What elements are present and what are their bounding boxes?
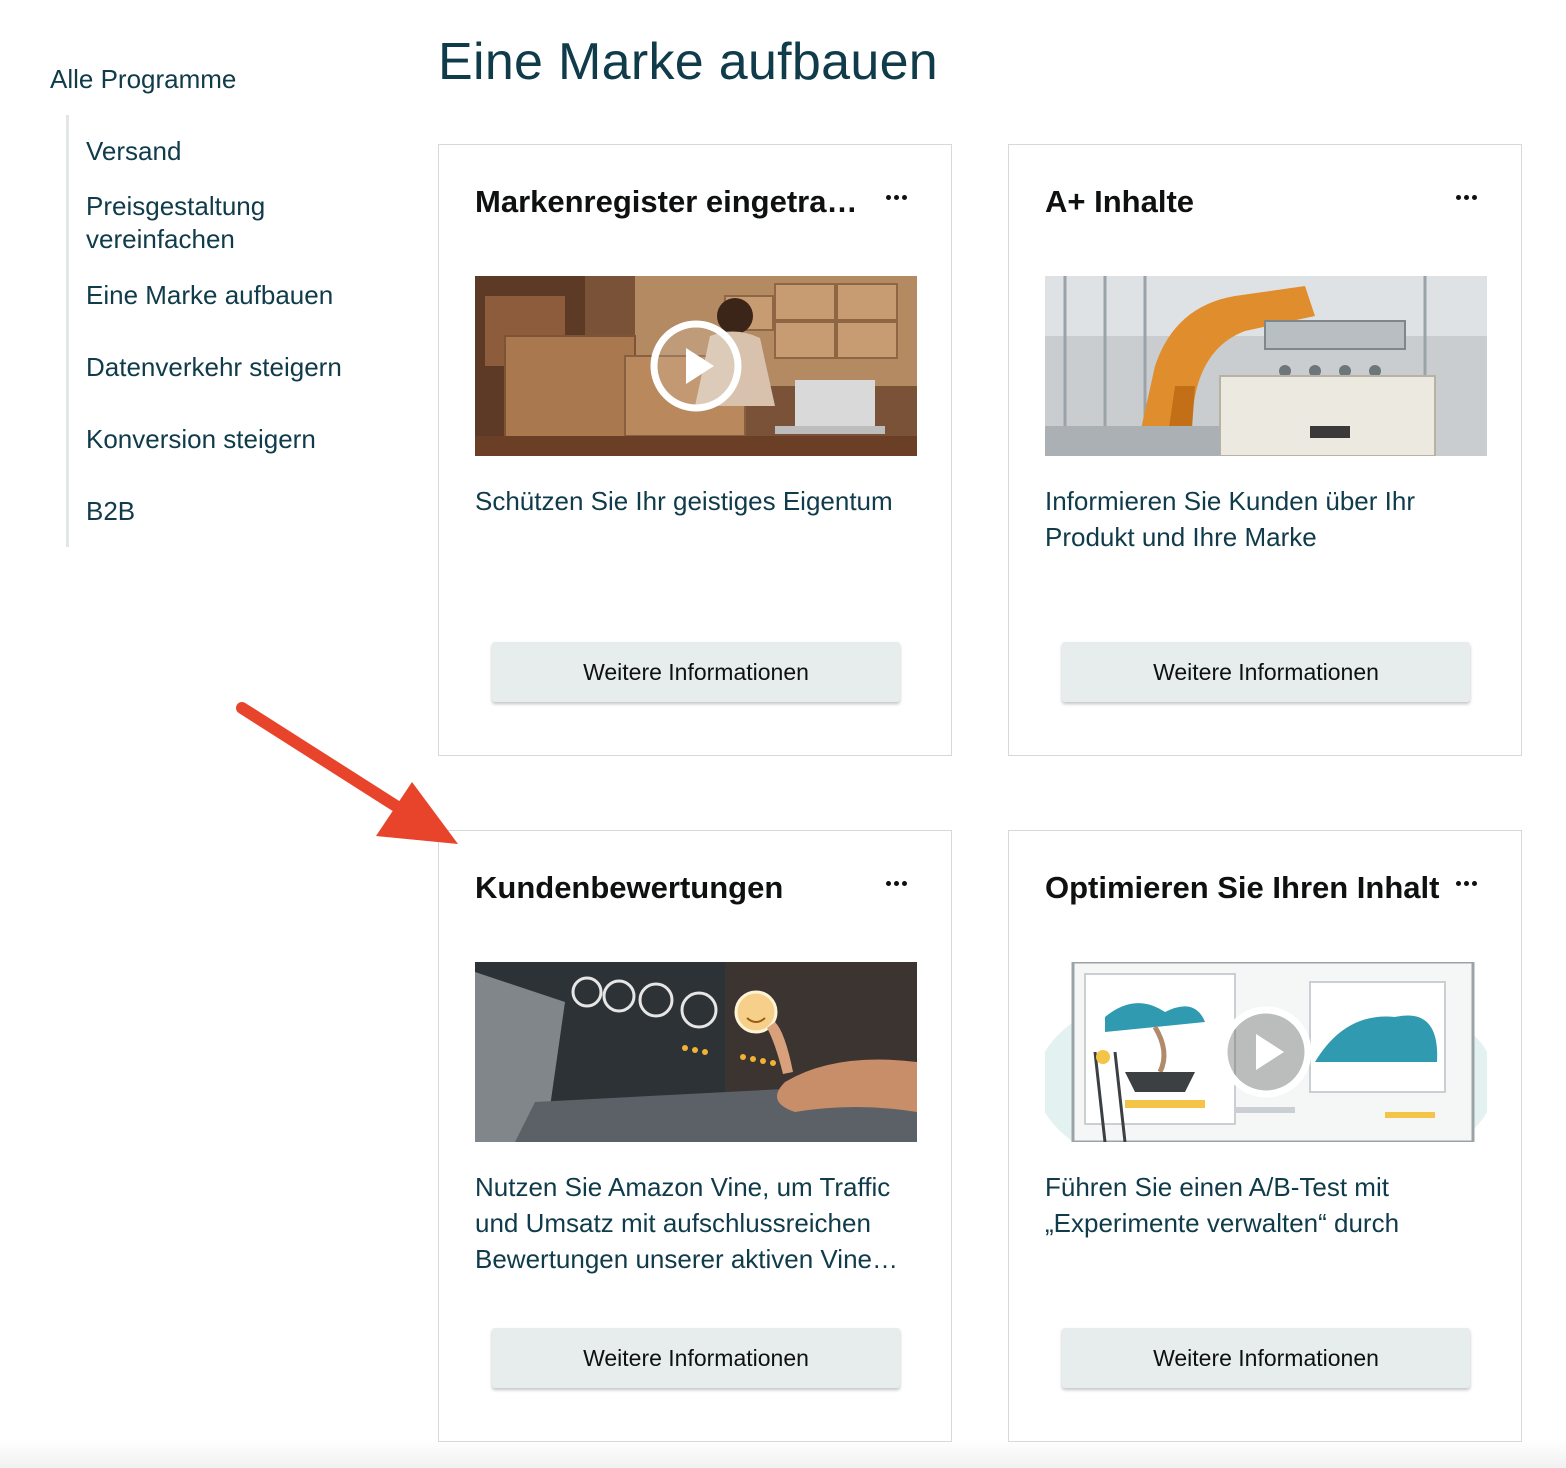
page-title: Eine Marke aufbauen [438, 33, 939, 91]
sidebar-item-preisgestaltung[interactable]: Preisgestaltung vereinfachen [86, 190, 386, 256]
annotation-arrow-icon [236, 702, 458, 844]
program-card-a-plus-inhalte: A+ Inhalte Informieren Sie Kunden über I… [1008, 144, 1522, 756]
rating-smileys-image [475, 962, 917, 1142]
card-description: Nutzen Sie Amazon Vine, um Traffic und U… [475, 1172, 891, 1274]
card-title: Optimieren Sie Ihren Inhalt [1045, 870, 1440, 905]
card-video-thumbnail[interactable] [1045, 962, 1487, 1142]
learn-more-button[interactable]: Weitere Informationen [492, 1328, 900, 1388]
sidebar-item-konversion[interactable]: Konversion steigern [86, 423, 386, 456]
card-title: Markenregister eingetragen [475, 184, 875, 219]
more-options-icon[interactable] [1449, 183, 1483, 211]
card-description: Führen Sie einen A/B-Test mit „Experimen… [1045, 1172, 1400, 1238]
play-icon[interactable] [1220, 1006, 1312, 1098]
more-options-icon[interactable] [879, 183, 913, 211]
learn-more-button[interactable]: Weitere Informationen [1062, 642, 1470, 702]
card-image [475, 962, 917, 1142]
sidebar-item-versand[interactable]: Versand [86, 135, 386, 168]
card-description: Schützen Sie Ihr geistiges Eigentum [475, 486, 893, 516]
more-options-icon[interactable] [879, 869, 913, 897]
program-card-inhalt-optimieren: Optimieren Sie Ihren Inhalt Führen Sie e… [1008, 830, 1522, 1442]
sidebar-item-b2b[interactable]: B2B [86, 495, 386, 528]
more-options-icon[interactable] [1449, 869, 1483, 897]
play-icon[interactable] [650, 320, 742, 412]
sidebar-item-datenverkehr[interactable]: Datenverkehr steigern [86, 351, 386, 384]
program-card-markenregister: Markenregister eingetragen Schützen Sie … [438, 144, 952, 756]
card-video-thumbnail[interactable] [475, 276, 917, 456]
card-description: Informieren Sie Kunden über Ihr Produkt … [1045, 486, 1415, 552]
learn-more-button[interactable]: Weitere Informationen [492, 642, 900, 702]
learn-more-button[interactable]: Weitere Informationen [1062, 1328, 1470, 1388]
program-card-kundenbewertungen: Kundenbewertungen Nutzen Sie Amazon Vine… [438, 830, 952, 1442]
sidebar-item-eine-marke-aufbauen[interactable]: Eine Marke aufbauen [86, 279, 386, 312]
card-image [1045, 276, 1487, 456]
sidebar-title[interactable]: Alle Programme [50, 64, 236, 95]
card-title: Kundenbewertungen [475, 870, 784, 905]
robot-arm-factory-image [1045, 276, 1487, 456]
page-bottom-fade [0, 1440, 1566, 1468]
sidebar-rail [66, 115, 69, 547]
card-title: A+ Inhalte [1045, 184, 1195, 219]
